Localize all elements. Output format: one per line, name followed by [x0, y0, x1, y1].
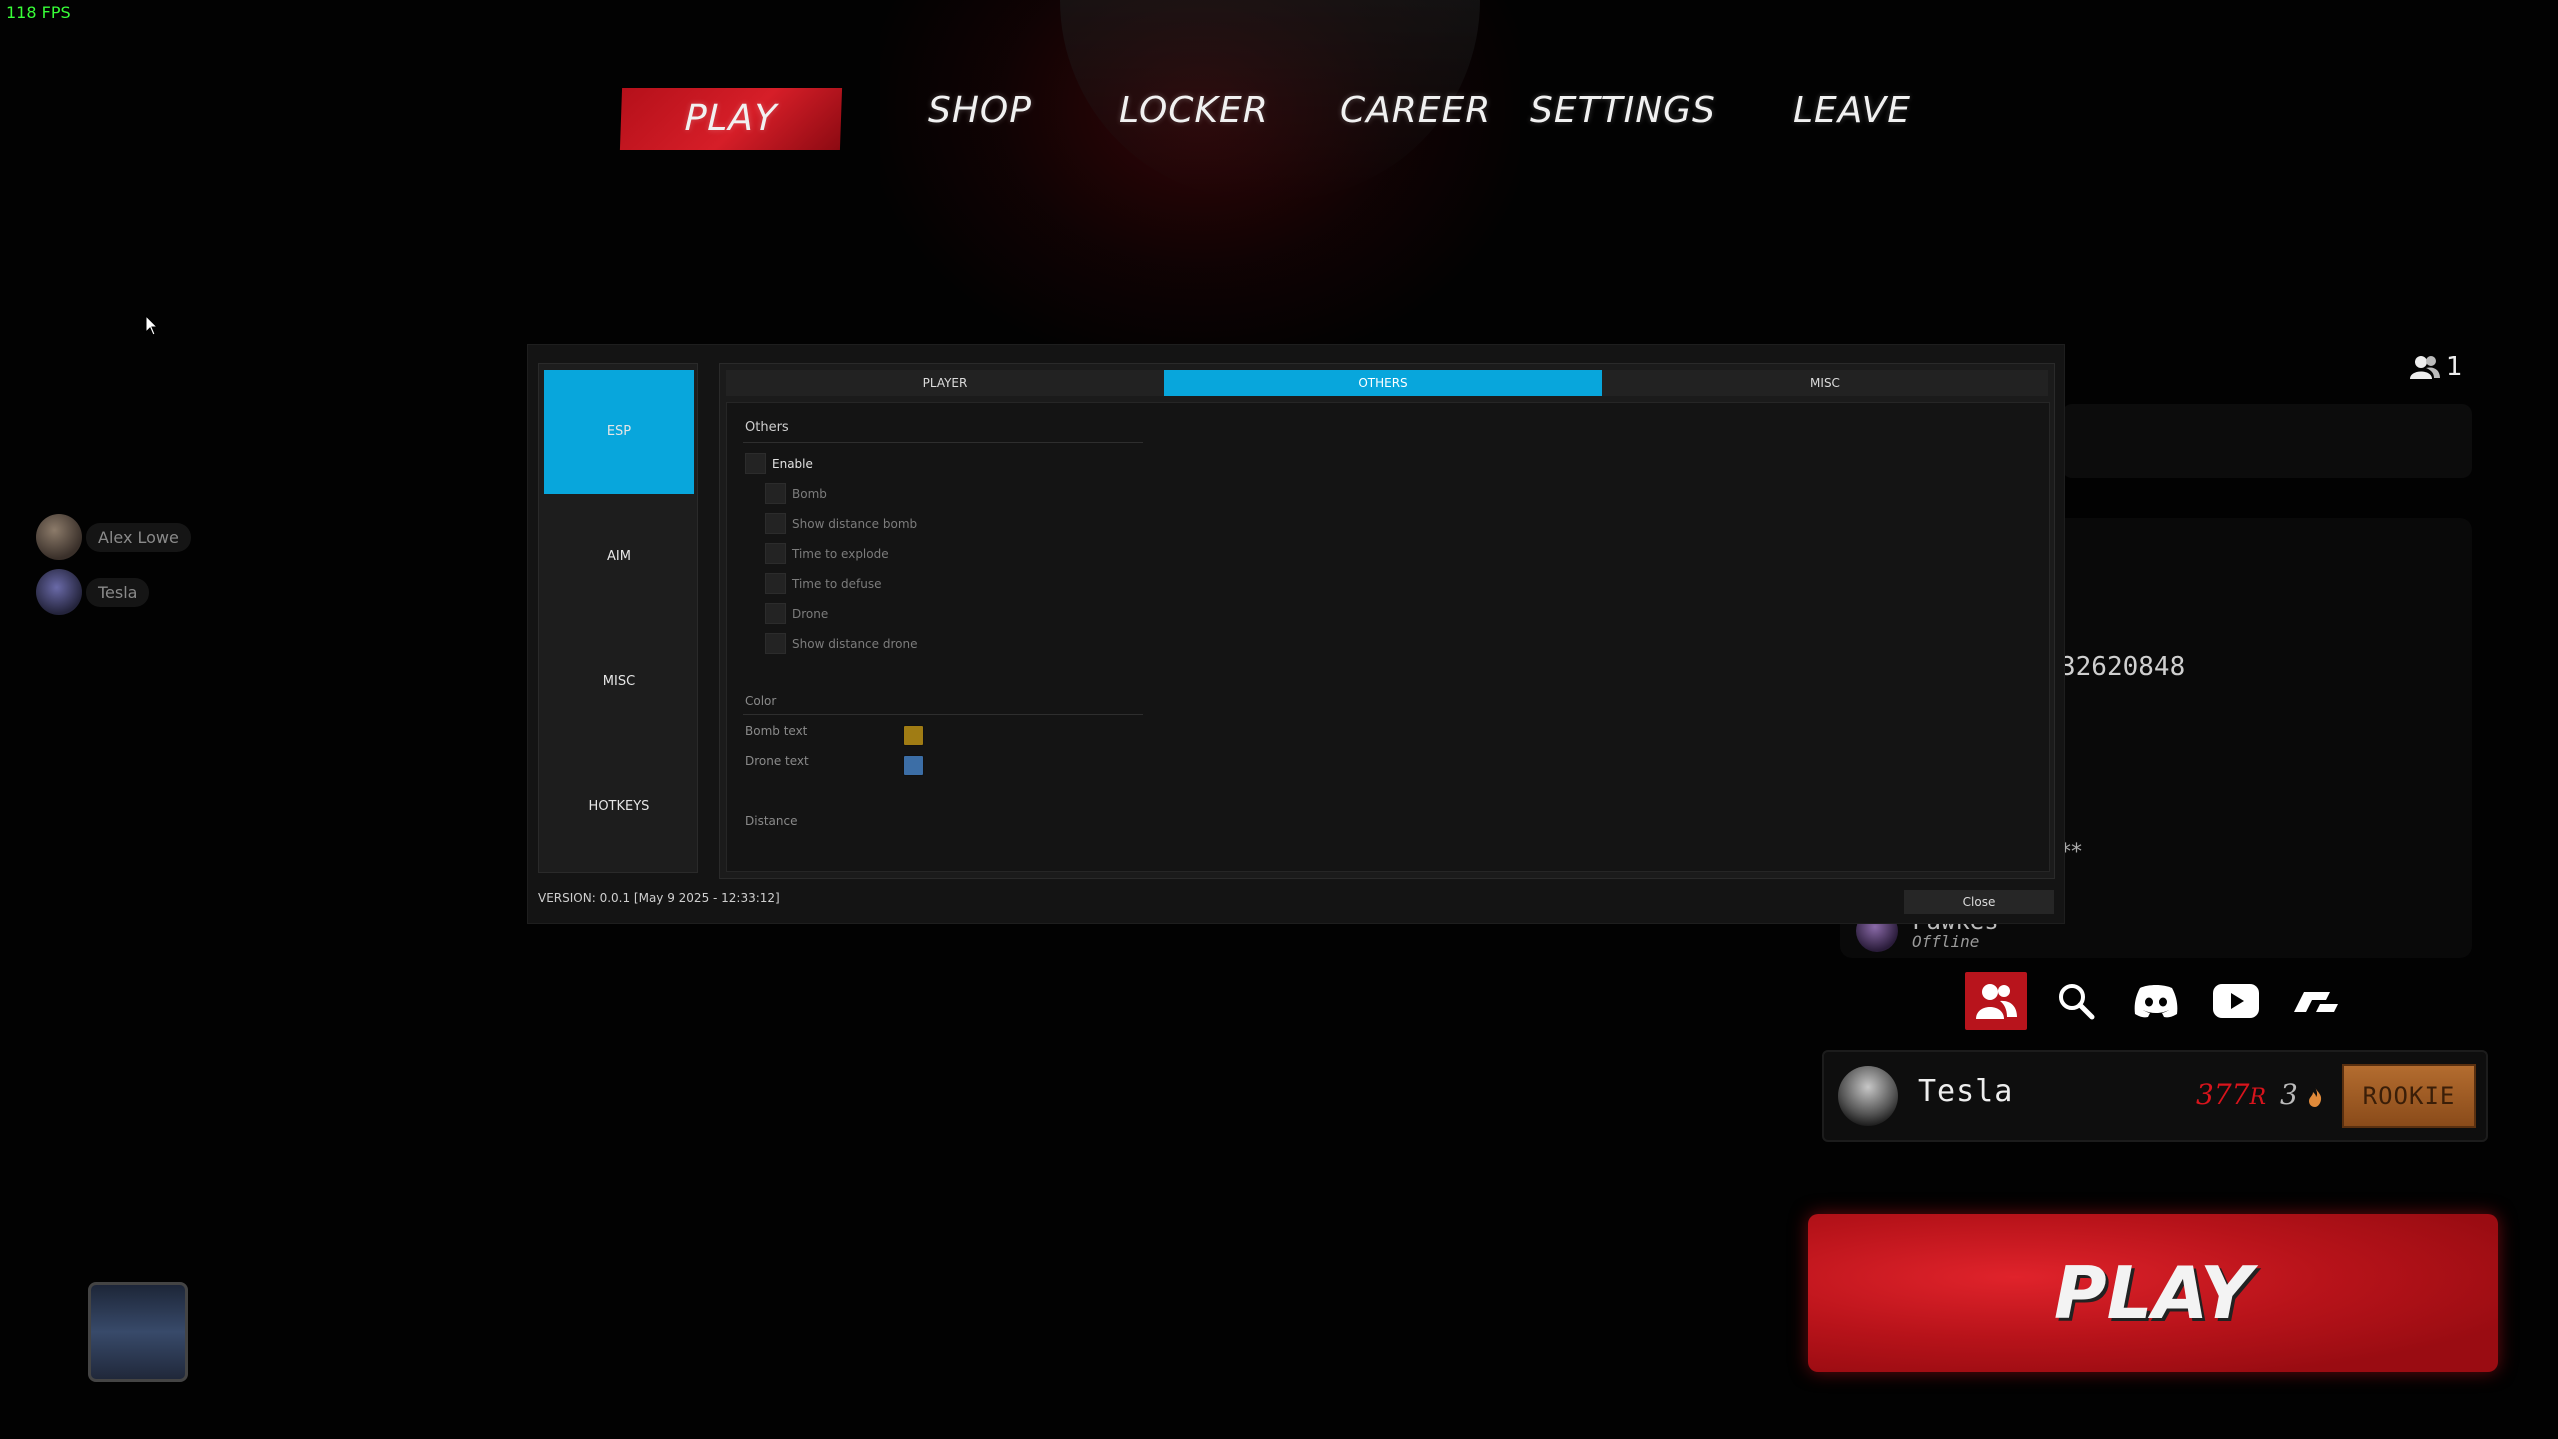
checkbox-label: Show distance drone	[792, 636, 918, 651]
rp-value: 377	[2196, 1078, 2250, 1111]
enable-checkbox[interactable]: Enable	[745, 453, 813, 474]
tab-misc[interactable]: MISC	[1602, 370, 2048, 396]
section-title-others: Others	[745, 420, 789, 435]
avatar	[36, 514, 82, 560]
bomb-checkbox[interactable]: Bomb	[765, 483, 827, 504]
youtube-button[interactable]	[2205, 972, 2267, 1030]
avatar	[36, 569, 82, 615]
checkbox-label: Time to defuse	[792, 576, 882, 591]
youtube-icon	[2213, 984, 2259, 1018]
discord-icon	[2134, 985, 2178, 1018]
play-button[interactable]: PLAY	[1808, 1214, 2498, 1372]
drone-text-label: Drone text	[745, 754, 809, 768]
checkbox[interactable]	[765, 543, 786, 564]
search-button[interactable]	[2045, 972, 2107, 1030]
brand-icon	[2294, 992, 2338, 1012]
player-card[interactable]: Tesla 377R 3 ROOKIE	[1822, 1050, 2488, 1142]
checkbox[interactable]	[765, 483, 786, 504]
party-id: 32620848	[2060, 652, 2186, 682]
checkbox-label: Time to explode	[792, 546, 889, 561]
drone-checkbox[interactable]: Drone	[765, 603, 828, 624]
checkbox-label: Drone	[792, 606, 829, 621]
tab-player[interactable]: PLAYER	[726, 370, 1164, 396]
nav-settings[interactable]: SETTINGS	[1530, 90, 1716, 131]
section-title-color: Color	[745, 694, 777, 708]
streak-value: 3	[2280, 1078, 2298, 1111]
tab-bar: PLAYER OTHERS MISC	[726, 370, 2048, 396]
checkbox-label: Bomb	[792, 486, 827, 501]
checkbox-label: Enable	[772, 456, 813, 471]
friend-item[interactable]: Tesla	[36, 569, 150, 615]
party-count[interactable]: 1	[2410, 352, 2463, 382]
time-to-defuse-checkbox[interactable]: Time to defuse	[765, 573, 882, 594]
search-icon	[2059, 984, 2095, 1020]
drone-text-color-swatch[interactable]	[903, 755, 924, 776]
show-distance-drone-checkbox[interactable]: Show distance drone	[765, 633, 917, 654]
bomb-text-label: Bomb text	[745, 724, 808, 738]
version-label: VERSION: 0.0.1 [May 9 2025 - 12:33:12]	[538, 891, 780, 905]
nav-locker[interactable]: LOCKER	[1119, 90, 1269, 131]
time-to-explode-checkbox[interactable]: Time to explode	[765, 543, 889, 564]
party-icon	[2410, 356, 2440, 379]
rank-badge: ROOKIE	[2342, 1064, 2476, 1128]
divider	[743, 442, 1143, 443]
checkbox[interactable]	[765, 573, 786, 594]
brand-button[interactable]	[2285, 972, 2347, 1030]
section-title-distance: Distance	[745, 814, 798, 828]
tab-others[interactable]: OTHERS	[1164, 370, 1602, 396]
checkbox[interactable]	[765, 633, 786, 654]
nav-career[interactable]: CAREER	[1340, 90, 1491, 131]
sidebar-item-hotkeys[interactable]: HOTKEYS	[544, 745, 694, 869]
checkbox[interactable]	[745, 453, 766, 474]
friends-icon	[1976, 984, 2017, 1019]
bomb-text-color-swatch[interactable]	[903, 725, 924, 746]
menu-content: PLAYER OTHERS MISC Others Enable Bomb Sh…	[719, 363, 2055, 879]
nav-shop[interactable]: SHOP	[928, 90, 1032, 131]
sidebar-item-esp[interactable]: ESP	[544, 370, 694, 494]
divider	[743, 714, 1143, 715]
close-button[interactable]: Close	[1904, 890, 2054, 914]
friend-item[interactable]: Alex Lowe	[36, 514, 191, 560]
discord-button[interactable]	[2125, 972, 2187, 1030]
nav-leave[interactable]: LEAVE	[1793, 90, 1911, 131]
friends-button[interactable]	[1965, 972, 2027, 1030]
mouse-cursor-icon	[145, 315, 159, 336]
nav-play[interactable]: PLAY	[619, 88, 843, 150]
fps-counter: 118 FPS	[6, 3, 71, 22]
social-bar	[1965, 972, 2365, 1030]
party-count-value: 1	[2446, 352, 2463, 382]
avatar	[1838, 1066, 1898, 1126]
player-rp: 377R	[2196, 1078, 2266, 1111]
friend-name: Alex Lowe	[86, 522, 191, 552]
news-thumbnail[interactable]	[88, 1282, 188, 1382]
rp-suffix: R	[2249, 1085, 2267, 1110]
player-streak: 3	[2280, 1078, 2323, 1111]
friend-name: Tesla	[86, 577, 150, 607]
menu-sidebar: ESP AIM MISC HOTKEYS	[538, 363, 698, 873]
sidebar-item-misc[interactable]: MISC	[544, 620, 694, 744]
player-name: Tesla	[1918, 1074, 2014, 1109]
flame-icon	[2308, 1086, 2321, 1107]
show-distance-bomb-checkbox[interactable]: Show distance bomb	[765, 513, 917, 534]
checkbox-label: Show distance bomb	[792, 516, 918, 531]
overlay-menu: ESP AIM MISC HOTKEYS PLAYER OTHERS MISC …	[527, 344, 2065, 924]
party-slot	[2062, 404, 2472, 478]
sidebar-item-aim[interactable]: AIM	[544, 495, 694, 619]
others-panel: Others Enable Bomb Show distance bomb Ti…	[726, 402, 2050, 872]
checkbox[interactable]	[765, 603, 786, 624]
checkbox[interactable]	[765, 513, 786, 534]
